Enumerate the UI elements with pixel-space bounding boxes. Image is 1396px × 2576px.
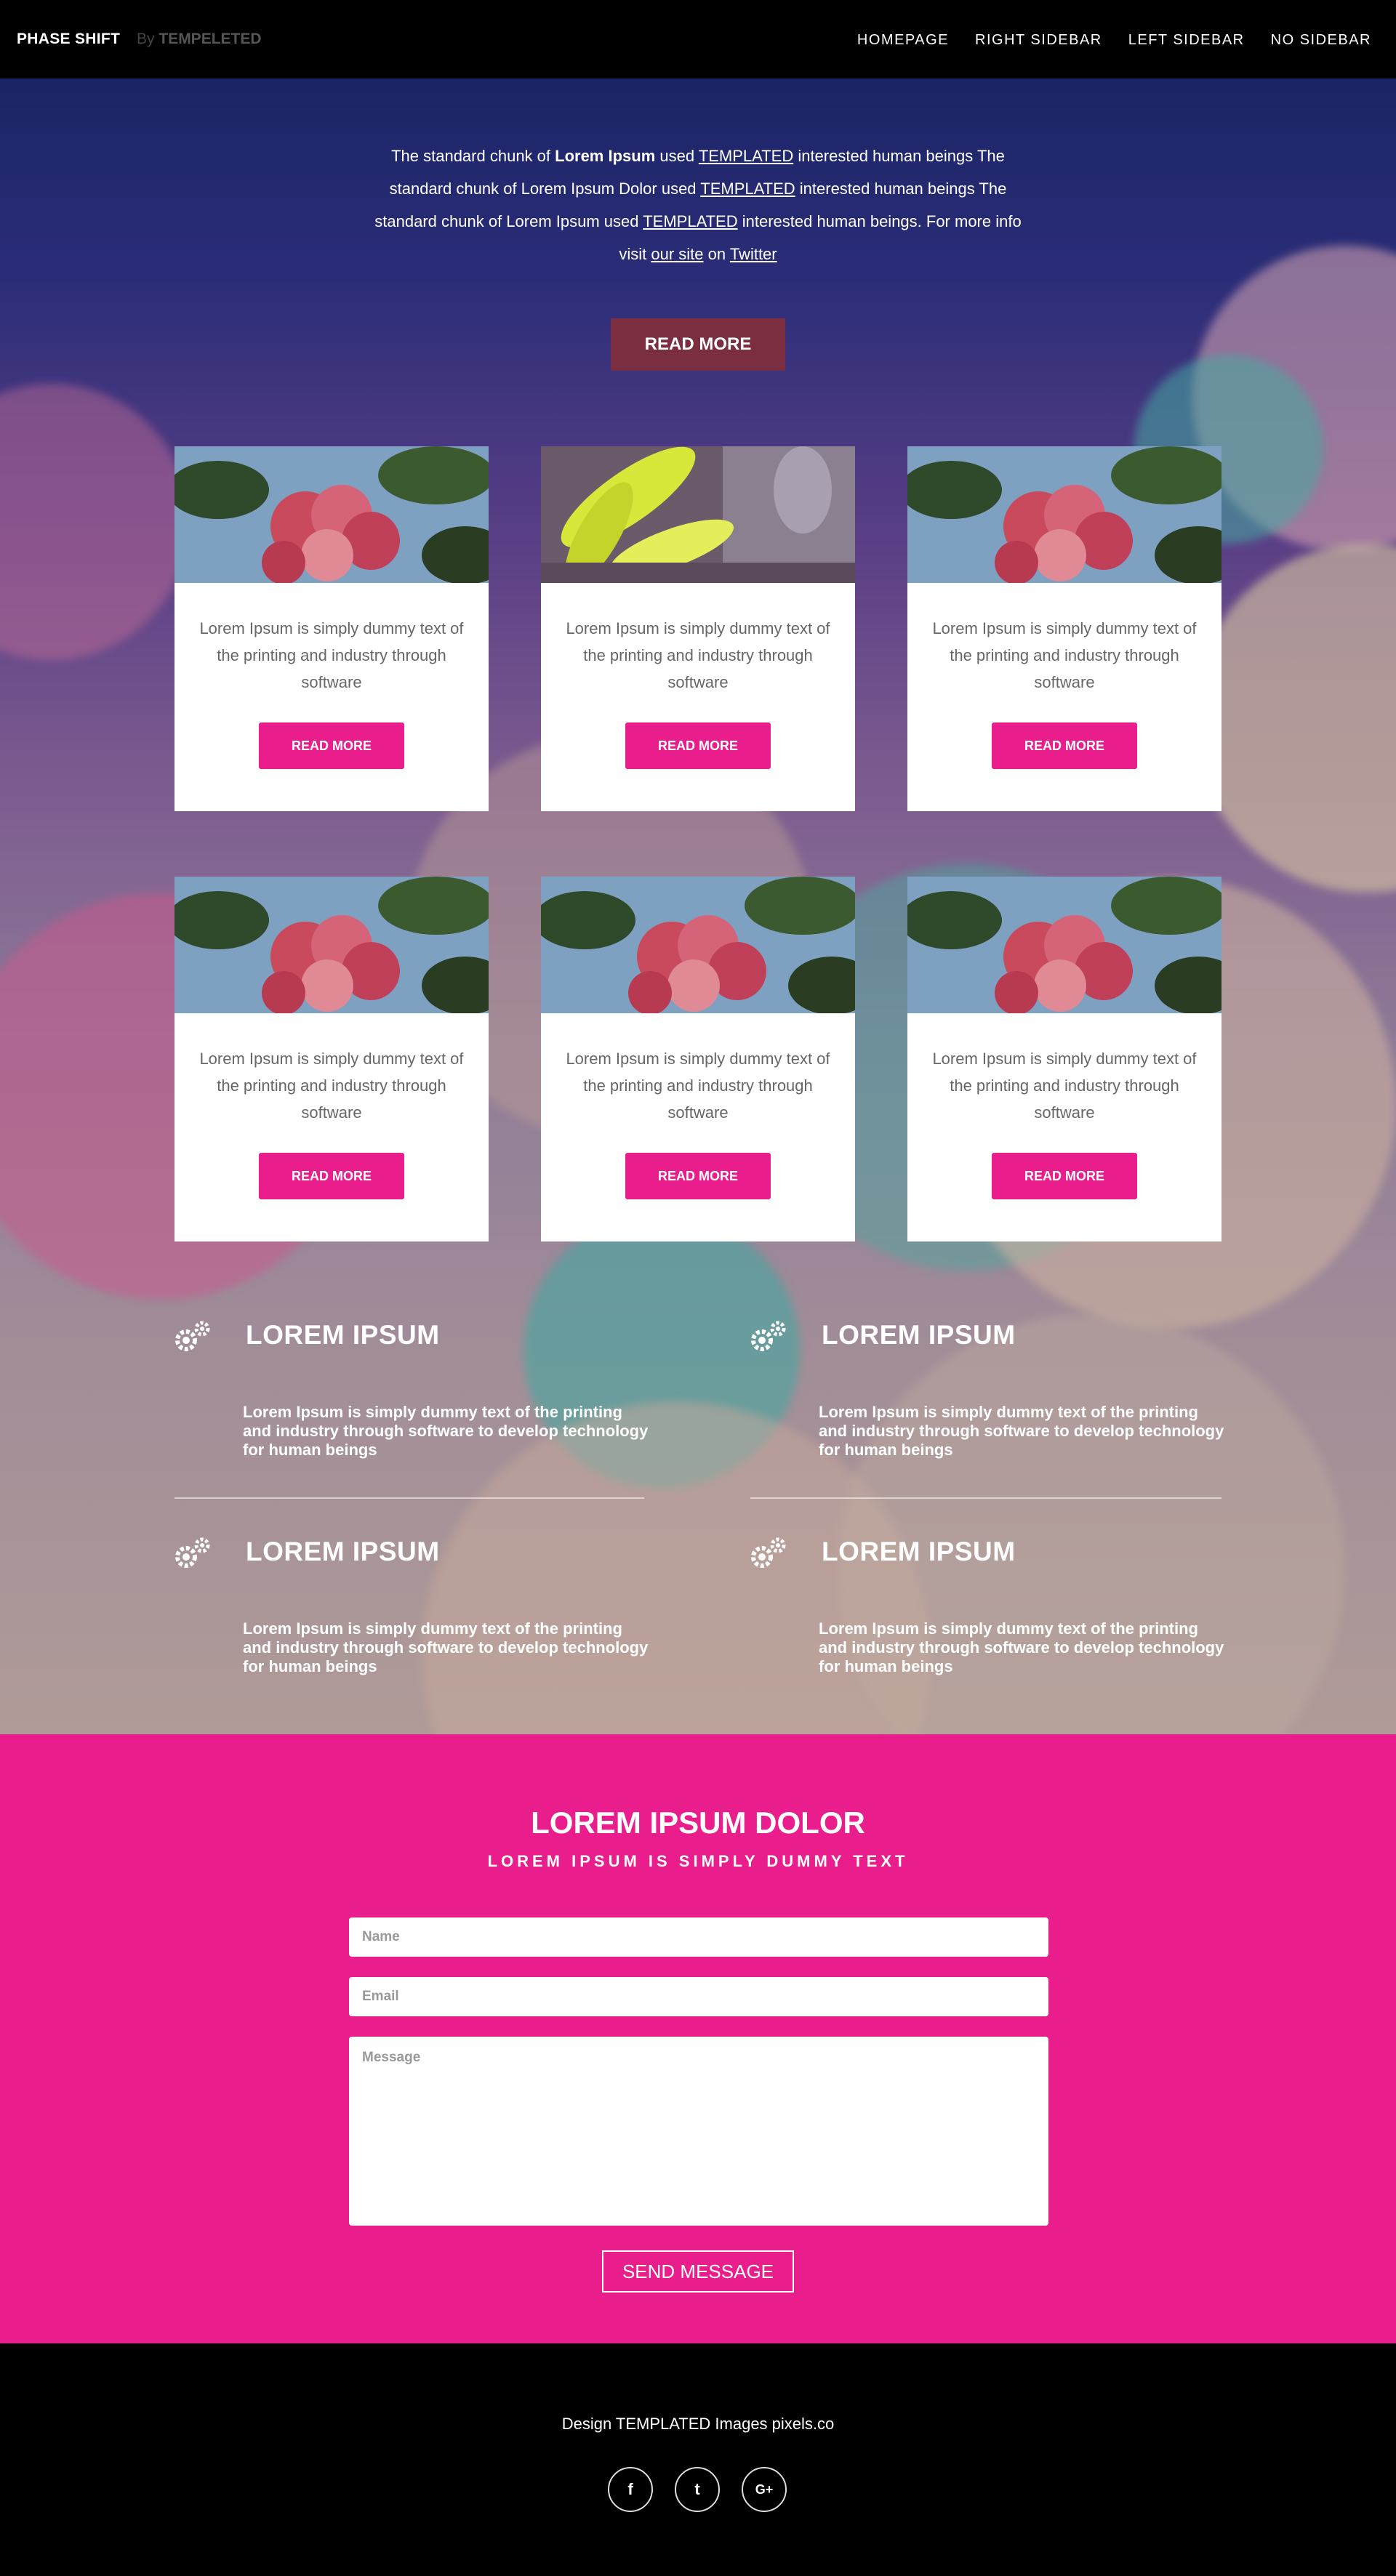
card-image-yellow-leaves [541,446,855,583]
templated-link[interactable]: TEMPLATED [643,212,737,230]
card-image-pink-flower [174,877,489,1013]
card-text: Lorem Ipsum is simply dummy text of the … [199,1050,464,1122]
feature-text: Lorem Ipsum is simply dummy text of the … [243,1619,649,1675]
feature-title: LOREM IPSUM [246,1537,440,1566]
card-read-more-button[interactable]: READ MORE [992,723,1137,769]
feature-divider [174,1497,644,1499]
card-text: Lorem Ipsum is simply dummy text of the … [566,1050,830,1122]
hero-text-bold: Lorem Ipsum [555,147,656,165]
card-read-more-button[interactable]: READ MORE [625,1153,771,1199]
brand-logo[interactable]: PHASE SHIFT [17,31,120,48]
card-image-pink-flower [541,877,855,1013]
email-field[interactable] [349,1977,1048,2016]
byline-prefix: By [137,31,155,47]
feature-title: LOREM IPSUM [822,1537,1016,1566]
facebook-icon[interactable]: f [608,2467,653,2512]
twitter-icon[interactable]: t [675,2467,720,2512]
send-message-button[interactable]: SEND MESSAGE [602,2250,794,2293]
hero-paragraph: The standard chunk of Lorem Ipsum used T… [371,140,1025,270]
hero-read-more-button[interactable]: READ MORE [611,318,785,371]
card-text: Lorem Ipsum is simply dummy text of the … [566,619,830,691]
hero-text-part: on [703,245,730,263]
bokeh-blob [1192,544,1396,893]
hero-text-part: The standard chunk of [391,147,555,165]
templated-link[interactable]: TEMPLATED [699,147,793,165]
bokeh-blob [0,384,189,660]
card-6: Lorem Ipsum is simply dummy text of the … [907,877,1222,1241]
name-field[interactable] [349,1917,1048,1957]
gears-icon [174,1537,211,1570]
card-read-more-button[interactable]: READ MORE [625,723,771,769]
message-field[interactable] [349,2037,1048,2226]
gears-icon [750,1320,787,1353]
feature-text: Lorem Ipsum is simply dummy text of the … [819,1403,1224,1459]
gears-icon [750,1537,787,1570]
card-read-more-button[interactable]: READ MORE [992,1153,1137,1199]
feature-text: Lorem Ipsum is simply dummy text of the … [243,1403,649,1459]
nav-homepage[interactable]: HOMEPAGE [857,32,949,49]
brand-byline: By TEMPELETED [137,31,262,48]
card-image-pink-flower [174,446,489,583]
contact-section: LOREM IPSUM DOLOR LOREM IPSUM IS SIMPLY … [0,1734,1396,2343]
twitter-link[interactable]: Twitter [730,245,777,263]
nav-no-sidebar[interactable]: NO SIDEBAR [1271,32,1371,49]
gears-icon [174,1320,211,1353]
feature-title: LOREM IPSUM [822,1320,1016,1350]
our-site-link[interactable]: our site [651,245,703,263]
card-5: Lorem Ipsum is simply dummy text of the … [541,877,855,1241]
main-menu: HOMEPAGE RIGHT SIDEBAR LEFT SIDEBAR NO S… [857,32,1371,49]
hero-section: The standard chunk of Lorem Ipsum used T… [0,79,1396,1734]
card-image-pink-flower [907,446,1222,583]
footer-credit: Design TEMPLATED Images pixels.co [561,2415,835,2433]
feature-divider [750,1497,1222,1499]
contact-subtitle: LOREM IPSUM IS SIMPLY DUMMY TEXT [487,1852,909,1870]
footer: Design TEMPLATED Images pixels.co f t G+ [0,2343,1396,2576]
templated-link[interactable]: TEMPLATED [700,180,795,198]
nav-right-sidebar[interactable]: RIGHT SIDEBAR [975,32,1102,49]
feature-title: LOREM IPSUM [246,1320,440,1350]
card-text: Lorem Ipsum is simply dummy text of the … [932,1050,1197,1122]
card-read-more-button[interactable]: READ MORE [259,723,404,769]
card-text: Lorem Ipsum is simply dummy text of the … [932,619,1197,691]
card-2: Lorem Ipsum is simply dummy text of the … [541,446,855,811]
card-text: Lorem Ipsum is simply dummy text of the … [199,619,464,691]
hero-text-part: used [655,147,699,165]
nav-left-sidebar[interactable]: LEFT SIDEBAR [1128,32,1245,49]
contact-title: LOREM IPSUM DOLOR [531,1806,865,1840]
feature-text: Lorem Ipsum is simply dummy text of the … [819,1619,1224,1675]
card-3: Lorem Ipsum is simply dummy text of the … [907,446,1222,811]
card-image-pink-flower [907,877,1222,1013]
card-read-more-button[interactable]: READ MORE [259,1153,404,1199]
byline-name[interactable]: TEMPELETED [159,31,261,47]
top-nav: PHASE SHIFT By TEMPELETED HOMEPAGE RIGHT… [0,0,1396,79]
card-1: Lorem Ipsum is simply dummy text of the … [174,446,489,811]
google-plus-icon[interactable]: G+ [742,2467,787,2512]
card-4: Lorem Ipsum is simply dummy text of the … [174,877,489,1241]
